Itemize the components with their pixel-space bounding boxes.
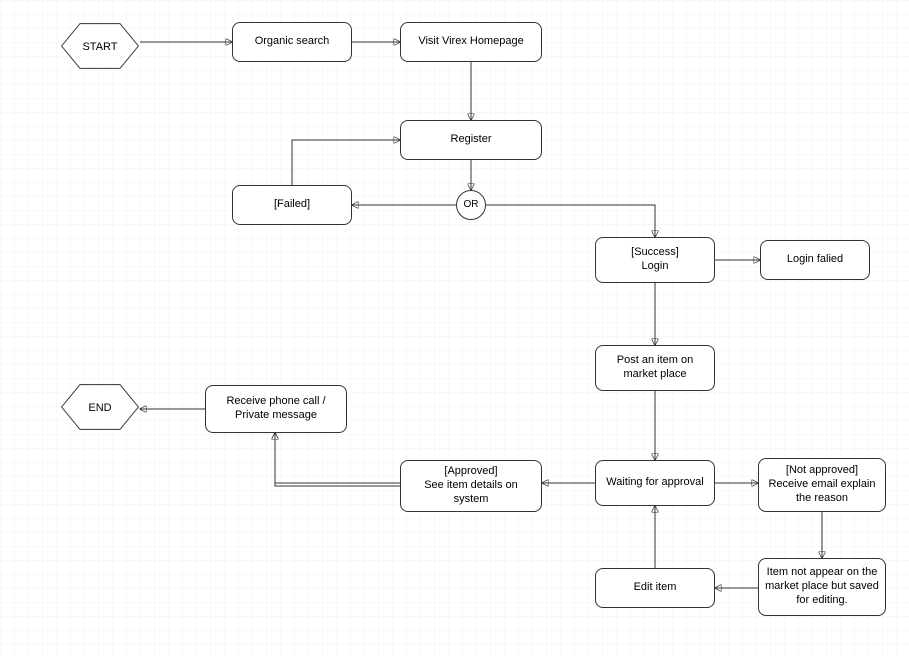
start-label: START	[82, 41, 117, 55]
receive-call-label: Receive phone call / Private message	[212, 395, 340, 423]
edge-approved-receive	[275, 433, 400, 486]
approved-node: [Approved] See item details on system	[400, 460, 542, 512]
register-label: Register	[451, 133, 492, 147]
end-node: END	[60, 383, 140, 435]
edge-or-success	[486, 205, 655, 237]
item-saved-node: Item not appear on the market place but …	[758, 558, 886, 616]
approved-label: [Approved] See item details on system	[407, 465, 535, 506]
register-node: Register	[400, 120, 542, 160]
organic-search-label: Organic search	[255, 35, 330, 49]
visit-homepage-label: Visit Virex Homepage	[418, 35, 523, 49]
success-login-node: [Success] Login	[595, 237, 715, 283]
failed-label: [Failed]	[274, 198, 310, 212]
or-gate-label: OR	[464, 199, 479, 212]
waiting-label: Waiting for approval	[606, 476, 703, 490]
end-label: END	[88, 402, 111, 416]
edit-item-node: Edit item	[595, 568, 715, 608]
post-item-label: Post an item on market place	[602, 354, 708, 382]
receive-call-node: Receive phone call / Private message	[205, 385, 347, 433]
edit-item-label: Edit item	[634, 581, 677, 595]
organic-search-node: Organic search	[232, 22, 352, 62]
login-failed-label: Login falied	[787, 253, 843, 267]
post-item-node: Post an item on market place	[595, 345, 715, 391]
success-login-label: [Success] Login	[631, 246, 679, 274]
start-node: START	[60, 22, 140, 74]
waiting-node: Waiting for approval	[595, 460, 715, 506]
not-approved-node: [Not approved] Receive email explain the…	[758, 458, 886, 512]
or-gate-node: OR	[456, 190, 486, 220]
edge-failed-register	[292, 140, 400, 185]
visit-homepage-node: Visit Virex Homepage	[400, 22, 542, 62]
item-saved-label: Item not appear on the market place but …	[765, 566, 879, 607]
not-approved-label: [Not approved] Receive email explain the…	[765, 464, 879, 505]
failed-node: [Failed]	[232, 185, 352, 225]
login-failed-node: Login falied	[760, 240, 870, 280]
edge-approved-receive-h	[275, 460, 400, 483]
